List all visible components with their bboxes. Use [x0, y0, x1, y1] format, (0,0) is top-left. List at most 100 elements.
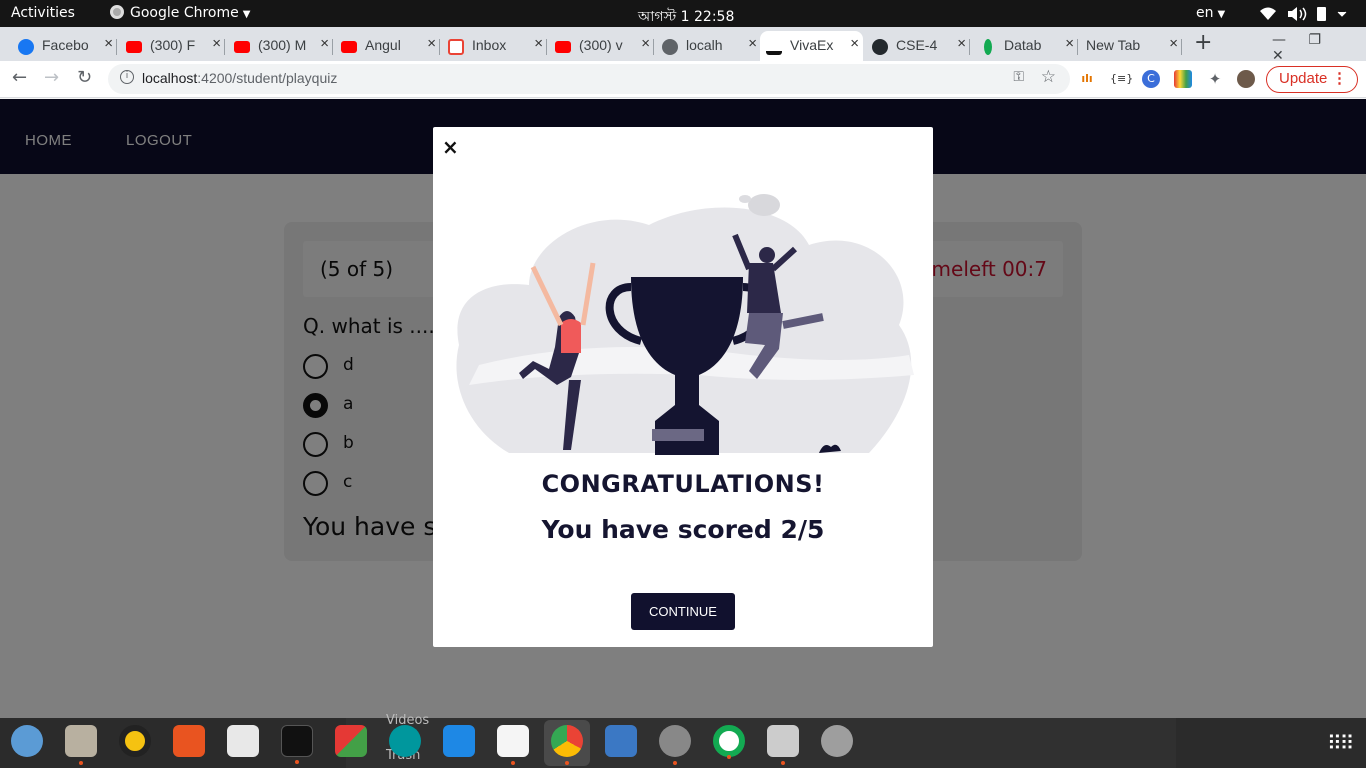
- profile-avatar[interactable]: [1237, 70, 1255, 88]
- close-icon[interactable]: ×: [442, 135, 459, 159]
- youtube-icon: [234, 41, 250, 53]
- reload-icon[interactable]: ↻: [77, 67, 92, 88]
- extensions-puzzle-icon[interactable]: ✦: [1206, 70, 1224, 88]
- system-tray[interactable]: [1258, 5, 1348, 27]
- app-menu[interactable]: Google Chrome ▼: [110, 5, 250, 21]
- close-icon[interactable]: ×: [748, 35, 757, 52]
- close-icon[interactable]: ×: [1065, 35, 1074, 52]
- close-icon[interactable]: ×: [427, 35, 436, 52]
- files-icon[interactable]: [65, 725, 97, 765]
- close-icon[interactable]: ×: [212, 35, 221, 52]
- tab-youtube-2[interactable]: (300) M ×: [228, 31, 333, 61]
- system-top-bar: Activities Google Chrome ▼ আগস্ট 1 22:58 …: [0, 0, 1366, 27]
- tab-mongodb[interactable]: Datab ×: [974, 31, 1078, 61]
- activities-button[interactable]: Activities: [11, 5, 75, 21]
- show-applications-grid-icon[interactable]: ⠿⠿: [1327, 731, 1354, 755]
- url-text[interactable]: localhost:4200/student/playquiz: [142, 70, 337, 86]
- tab-label: VivaEx: [790, 37, 834, 53]
- wifi-icon: [1260, 7, 1276, 20]
- tab-label: CSE-4: [896, 37, 938, 53]
- address-bar[interactable]: i localhost:4200/student/playquiz ⚿ ☆: [108, 64, 1070, 94]
- mongodb-compass-icon[interactable]: [713, 725, 745, 759]
- close-icon[interactable]: ×: [104, 35, 113, 52]
- extension-json-icon[interactable]: {≡}: [1110, 70, 1133, 88]
- battery-icon: [1317, 7, 1326, 21]
- tab-label: (300) M: [258, 37, 307, 53]
- url-path: :4200/student/playquiz: [197, 70, 338, 86]
- tab-divider: [439, 39, 440, 55]
- tab-facebook[interactable]: Facebo ×: [12, 31, 117, 61]
- tab-github[interactable]: CSE-4 ×: [866, 31, 970, 61]
- tab-label: (300) F: [150, 37, 196, 53]
- tab-youtube-3[interactable]: (300) v ×: [549, 31, 654, 61]
- arduino-icon[interactable]: [389, 725, 421, 757]
- tab-divider: [653, 39, 654, 55]
- window-controls: — ❐ ✕: [1272, 32, 1366, 64]
- vscode-icon[interactable]: [443, 725, 475, 757]
- tab-vivaexam[interactable]: VivaEx ×: [760, 31, 863, 61]
- chevron-down-icon: ▼: [242, 9, 251, 20]
- youtube-icon: [126, 41, 142, 53]
- kebab-menu-icon[interactable]: ⋮: [1332, 69, 1347, 87]
- man-head: [759, 247, 775, 263]
- dock: Videos Trash ⠿⠿: [0, 713, 1366, 768]
- update-button[interactable]: Update ⋮: [1266, 66, 1358, 93]
- leaf-icon: [748, 194, 780, 216]
- running-indicator: [79, 761, 83, 765]
- running-indicator: [565, 761, 569, 765]
- tab-youtube-1[interactable]: (300) F ×: [120, 31, 225, 61]
- tab-youtube-angular[interactable]: Angul ×: [335, 31, 440, 61]
- maximize-icon[interactable]: ❐: [1308, 32, 1321, 48]
- libreoffice-writer-icon[interactable]: [605, 725, 637, 757]
- tab-divider: [332, 39, 333, 55]
- chrome-icon: [110, 5, 124, 19]
- tab-new-tab[interactable]: New Tab ×: [1078, 31, 1182, 61]
- close-icon[interactable]: ×: [641, 35, 650, 52]
- close-icon[interactable]: ×: [957, 35, 966, 52]
- site-info-icon[interactable]: i: [120, 70, 134, 84]
- thunderbird-icon[interactable]: [11, 725, 43, 757]
- url-host: localhost: [142, 70, 198, 86]
- settings-gear-icon[interactable]: [659, 725, 691, 765]
- new-tab-plus-icon[interactable]: +: [1194, 30, 1212, 55]
- forward-arrow-icon[interactable]: →: [44, 67, 59, 88]
- score-summary: You have scored 2/5: [541, 515, 825, 544]
- minimize-icon[interactable]: —: [1272, 32, 1286, 48]
- extension-chart-icon[interactable]: ılı: [1078, 70, 1096, 88]
- mongodb-icon: [984, 39, 992, 55]
- terminal-icon[interactable]: [281, 725, 313, 764]
- leaf-icon: [739, 195, 751, 203]
- viva-icon: [766, 39, 782, 55]
- tab-gmail-inbox[interactable]: Inbox ×: [442, 31, 547, 61]
- clock[interactable]: আগস্ট 1 22:58: [638, 5, 734, 29]
- disc-icon[interactable]: [821, 725, 853, 757]
- close-icon[interactable]: ×: [320, 35, 329, 52]
- tab-divider: [969, 39, 970, 55]
- text-editor-pen-icon[interactable]: [497, 725, 529, 765]
- language-indicator[interactable]: en ▼: [1196, 5, 1225, 21]
- rhythmbox-icon[interactable]: [119, 725, 151, 757]
- browser-toolbar: ← → ↻ i localhost:4200/student/playquiz …: [0, 61, 1366, 98]
- volume-waves-icon: [1299, 7, 1307, 21]
- tab-divider: [224, 39, 225, 55]
- key-icon[interactable]: ⚿: [1013, 69, 1024, 85]
- running-indicator: [295, 760, 299, 764]
- extension-c-icon[interactable]: C: [1142, 70, 1160, 88]
- text-editor-icon[interactable]: [227, 725, 259, 757]
- chrome-icon[interactable]: [551, 725, 583, 765]
- tab-localhost[interactable]: localh ×: [656, 31, 761, 61]
- close-icon[interactable]: ×: [1169, 35, 1178, 52]
- continue-button[interactable]: CONTINUE: [631, 593, 735, 630]
- color-picker-app-icon[interactable]: [335, 725, 367, 757]
- tab-divider: [116, 39, 117, 55]
- close-icon[interactable]: ×: [534, 35, 543, 52]
- bookmark-star-icon[interactable]: ☆: [1041, 67, 1056, 87]
- running-indicator: [781, 761, 785, 765]
- tab-strip: Facebo × (300) F × (300) M × Angul × Inb…: [0, 27, 1366, 61]
- software-center-icon[interactable]: [173, 725, 205, 757]
- image-viewer-icon[interactable]: [767, 725, 799, 765]
- extension-color-icon[interactable]: [1174, 70, 1192, 88]
- back-arrow-icon[interactable]: ←: [12, 67, 27, 88]
- close-icon[interactable]: ×: [850, 35, 859, 52]
- tab-label: Facebo: [42, 37, 89, 53]
